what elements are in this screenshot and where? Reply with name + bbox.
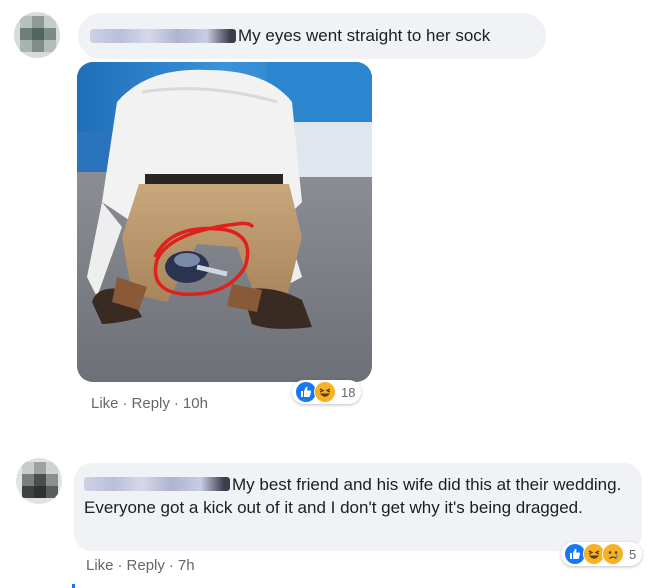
comment-text: My best friend and his wife did this at …: [84, 475, 622, 517]
comment-bubble: My eyes went straight to her sock: [78, 13, 546, 59]
comment-text: My eyes went straight to her sock: [238, 26, 491, 45]
timestamp[interactable]: 7h: [178, 557, 195, 574]
comment-actions: Like · Reply · 10h: [91, 395, 208, 412]
scroll-indicator: [72, 584, 75, 588]
comment-text-block: My best friend and his wife did this at …: [84, 473, 632, 519]
comment-bubble: My best friend and his wife did this at …: [74, 463, 642, 551]
timestamp[interactable]: 10h: [183, 395, 208, 412]
reaction-count: 5: [629, 546, 637, 562]
commenter-avatar[interactable]: [16, 458, 62, 504]
separator-dot: ·: [168, 557, 174, 574]
laughing-emoji-icon: [314, 381, 336, 403]
reaction-count: 18: [341, 384, 356, 400]
reaction-summary[interactable]: 18: [292, 380, 362, 404]
separator-dot: ·: [173, 395, 179, 412]
facebook-comment-thread: My eyes went straight to her sock Like ·…: [0, 0, 670, 588]
commenter-name-redacted[interactable]: [90, 29, 236, 43]
commenter-avatar[interactable]: [14, 12, 60, 58]
reply-link[interactable]: Reply: [132, 395, 170, 412]
reaction-summary[interactable]: 5: [561, 542, 643, 566]
woman-tipping-hand-emoji-icon: [587, 498, 605, 516]
sad-emoji-icon: [602, 543, 624, 565]
reply-link[interactable]: Reply: [127, 557, 165, 574]
comment-actions: Like · Reply · 7h: [86, 557, 195, 574]
separator-dot: ·: [122, 395, 128, 412]
comment-photo-attachment[interactable]: [77, 62, 372, 382]
like-link[interactable]: Like: [91, 395, 119, 412]
separator-dot: ·: [117, 557, 123, 574]
like-link[interactable]: Like: [86, 557, 114, 574]
